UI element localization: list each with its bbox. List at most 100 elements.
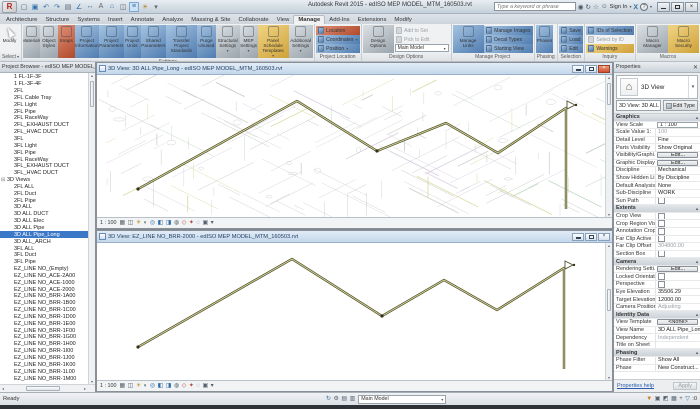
tree-item[interactable]: EZ_LINE NO_BRR-1B00 [0,300,95,307]
property-row[interactable]: Camera PositionAdjusting [614,304,700,312]
object-styles-button[interactable]: Object Styles [40,25,58,58]
tree-item[interactable]: ⊟3D Views [0,177,95,184]
browser-vertical-scrollbar[interactable] [88,73,95,384]
app-menu-button[interactable]: R [2,1,17,13]
reveal-hidden-elements-icon[interactable]: ✦ [189,220,194,226]
view-minimize-button[interactable] [572,233,584,241]
panel-schedule-templates-button[interactable]: Panel Schedule Templates [258,25,289,58]
help-icon[interactable]: ? [640,3,648,11]
active-workset-icon[interactable]: ▤ [341,396,347,402]
tab-systems[interactable]: Systems [73,16,104,24]
displace-elements-icon[interactable]: ▣ [202,383,208,389]
manage-links-button[interactable]: Manage Links [453,25,484,53]
customize-qat-icon[interactable]: ▾ [151,2,161,12]
tree-item[interactable]: 2FL RaceWay [0,115,95,122]
decal-types-button[interactable]: Decal Types [484,35,533,44]
tree-item[interactable]: 3D ALL DUCT [0,211,95,218]
render-icon[interactable]: ☀ [140,2,150,12]
sign-in-dropdown-icon[interactable]: ▾ [630,4,632,9]
manage-images-button[interactable]: Manage Images [484,26,533,35]
displace-elements-icon[interactable]: ▣ [202,220,208,226]
position-button[interactable]: Position [316,44,360,53]
tree-item[interactable]: 1 FL-3F-4F [0,81,95,88]
view-close-button[interactable]: × [598,65,610,73]
tree-item[interactable]: 2FL Pipe [0,197,95,204]
sun-path-icon[interactable]: ☀ [136,383,141,389]
snaps-button[interactable]: Snaps [58,25,75,58]
tree-item[interactable]: EZ_LINE NO_BRR-1G00 [0,334,95,341]
communication-center-icon[interactable]: ↻ [586,3,591,11]
design-option-select[interactable]: Main Model [395,44,449,52]
tree-item[interactable]: 3FL Pipe [0,149,95,156]
request-status-icon[interactable]: ▥ [350,396,356,402]
browser-horizontal-scrollbar[interactable] [0,384,95,392]
property-row[interactable]: Phasing [614,349,700,357]
tree-item[interactable]: 3D ALL_ARCH [0,238,95,245]
apply-button[interactable]: Apply [673,382,697,390]
select-pinned-icon[interactable]: ▦ [671,396,677,402]
detail-level-icon[interactable]: ▦ [120,383,126,389]
modify-button[interactable]: Modify [1,25,18,53]
tree-item[interactable]: EZ_LINE NO_BRR-1J00 [0,355,95,362]
tree-item[interactable]: EZ_LINE NO_BRR-1K00 [0,361,95,368]
tab-add-ins[interactable]: Add-Ins [325,16,353,24]
window-minimize-button[interactable] [657,2,670,12]
tree-item[interactable]: 3FL Duct [0,252,95,259]
save-icon[interactable]: ▣ [30,2,40,12]
default-3d-view-icon[interactable]: ⌂ [107,2,117,12]
select-links-icon[interactable]: ▣ [655,396,661,402]
type-selector[interactable]: ⌂ 3D View ▾ [616,75,698,99]
unlock-3d-view-icon[interactable]: ◍ [174,383,179,389]
tree-item[interactable]: EZ_LINE NO_(Empty) [0,266,95,273]
crop-view-icon[interactable]: ◧ [158,383,164,389]
tab-insert[interactable]: Insert [104,16,127,24]
close-icon[interactable]: ✕ [693,64,698,71]
selection-edit-button[interactable]: Edit [559,44,583,53]
rendering-dialog-icon[interactable]: ◎ [150,220,155,226]
temporary-hide-isolate-icon[interactable]: ◇ [182,220,187,226]
selection-load-button[interactable]: Load [559,35,583,44]
tree-item[interactable]: 3D ALL [0,204,95,211]
properties-header[interactable]: Properties ✕ [614,62,700,73]
tree-item[interactable]: EZ_LINE NO_BRR-1F00 [0,327,95,334]
reveal-hidden-elements-icon[interactable]: ✦ [189,383,194,389]
tree-item[interactable]: EZ_LINE NO_ACE-2A00 [0,272,95,279]
tree-item[interactable]: 2FL Light [0,101,95,108]
tree-item[interactable]: EZ_LINE NO_BRR-1A00 [0,293,95,300]
property-row[interactable]: Eye Elevation35506.29 [614,289,700,297]
chevron-down-icon[interactable]: ▾ [688,76,697,98]
tree-item[interactable]: EZ_LINE NO_BRR-1E00 [0,320,95,327]
tree-item[interactable]: 2FL_HVAC DUCT [0,129,95,136]
phases-button[interactable]: Phases [536,25,554,53]
property-row[interactable]: Scale Value 1:100 [614,129,700,137]
project-browser-header[interactable]: Project Browser - edISO MEP MODEL_... ✕ [0,62,95,73]
print-icon[interactable]: ▤ [63,2,73,12]
view-window-title-bar[interactable]: 3D View: 3D ALL Pipe_Long - edISO MEP MO… [97,63,612,75]
tree-item[interactable]: 3FL [0,136,95,143]
model-canvas-3d[interactable] [97,75,612,217]
property-row[interactable]: Rendering Setti...Edit... [614,266,700,274]
ids-of-selection-button[interactable]: IDs of Selection [586,26,634,35]
shadows-icon[interactable]: ◐ [144,220,148,226]
property-row[interactable]: Annotation Crop [614,228,700,236]
coordinates-button[interactable]: Coordinates [316,35,360,44]
shadows-icon[interactable]: ◐ [144,383,148,389]
tree-item[interactable]: 3D ALL Elec [0,218,95,225]
property-row[interactable]: Locked Orientati... [614,273,700,281]
measure-icon[interactable]: ∠ [74,2,84,12]
element-selector-dropdown[interactable]: 3D View: 3D ALL Pi▾ [616,100,661,111]
property-row[interactable]: Default Analysis...None [614,182,700,190]
property-row[interactable]: View Name3D ALL Pipe_Long [614,327,700,335]
tree-item[interactable]: EZ_LINE NO_ACE-2000 [0,286,95,293]
crop-view-icon[interactable]: ◧ [158,220,164,226]
text-icon[interactable]: A [96,2,106,12]
more-view-controls-icon[interactable]: ▾ [211,383,214,389]
detail-level-icon[interactable]: ▦ [120,220,126,226]
starting-view-button[interactable]: Starting View [484,44,533,53]
model-canvas-pipe-line[interactable] [97,243,612,380]
pick-to-edit-button[interactable]: Pick to Edit [394,35,450,44]
project-parameters-button[interactable]: Project Parameters [99,25,124,58]
property-row[interactable]: DisciplineMechanical [614,167,700,175]
property-row[interactable]: Perspective [614,281,700,289]
tab-structure[interactable]: Structure [41,16,73,24]
